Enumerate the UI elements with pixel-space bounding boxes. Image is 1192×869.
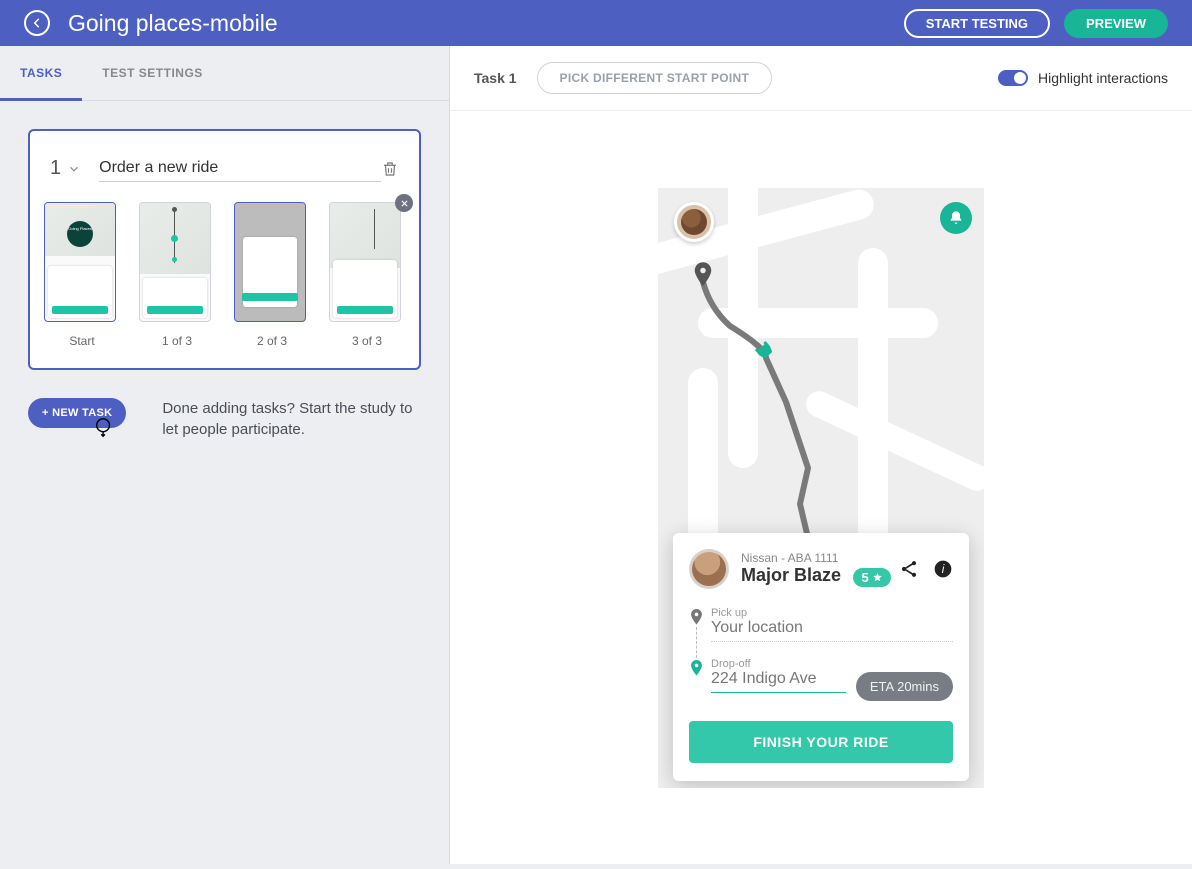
highlight-toggle[interactable] xyxy=(998,70,1028,86)
pin-icon xyxy=(689,609,704,627)
task-card[interactable]: 1 Going Places Start xyxy=(28,129,421,370)
task-number: 1 xyxy=(50,157,61,180)
driver-avatar xyxy=(689,549,729,589)
preview-button[interactable]: PREVIEW xyxy=(1064,9,1168,38)
pick-start-point-button[interactable]: PICK DIFFERENT START POINT xyxy=(537,62,773,94)
thumb-caption-2: 2 of 3 xyxy=(234,334,310,348)
help-text: Done adding tasks? Start the study to le… xyxy=(162,398,421,440)
share-icon[interactable] xyxy=(899,559,919,579)
close-icon xyxy=(400,199,409,208)
back-button[interactable] xyxy=(24,10,50,36)
thumb-2[interactable] xyxy=(234,202,306,322)
sidebar: TASKS TEST SETTINGS 1 Going Places xyxy=(0,46,450,864)
driver-name: Major Blaze xyxy=(741,565,841,585)
notification-button[interactable] xyxy=(940,202,972,234)
chevron-down-icon[interactable] xyxy=(67,162,81,176)
trash-icon[interactable] xyxy=(381,160,399,178)
start-testing-button[interactable]: START TESTING xyxy=(904,9,1050,38)
thumb-start[interactable]: Going Places xyxy=(44,202,116,322)
bell-icon xyxy=(948,210,964,226)
info-icon[interactable]: i xyxy=(933,559,953,579)
preview-task-label: Task 1 xyxy=(474,70,517,86)
thumb-1[interactable] xyxy=(139,202,211,322)
pin-destination-icon xyxy=(689,660,704,678)
preview-panel: Task 1 PICK DIFFERENT START POINT Highli… xyxy=(450,46,1192,864)
thumb-caption-1: 1 of 3 xyxy=(139,334,215,348)
thumb-caption-start: Start xyxy=(44,334,120,348)
svg-text:i: i xyxy=(942,563,945,576)
pickup-label: Pick up xyxy=(711,607,953,619)
user-avatar-pin[interactable] xyxy=(674,202,714,242)
page-title: Going places-mobile xyxy=(68,10,904,37)
ride-sheet: Nissan - ABA 1111 Major Blaze 5 xyxy=(673,533,969,781)
device-preview: Nissan - ABA 1111 Major Blaze 5 xyxy=(658,188,984,788)
task-title-input[interactable] xyxy=(99,155,381,182)
finish-ride-button[interactable]: FINISH YOUR RIDE xyxy=(689,721,953,763)
origin-pin-icon xyxy=(692,262,714,295)
cursor-icon xyxy=(93,417,115,444)
dropoff-label: Drop-off xyxy=(711,658,846,670)
car-icon xyxy=(752,338,776,367)
thumb-remove-button[interactable] xyxy=(395,194,413,212)
rating-badge: 5 xyxy=(853,568,890,587)
tab-test-settings[interactable]: TEST SETTINGS xyxy=(82,46,223,100)
eta-badge: ETA 20mins xyxy=(856,672,953,701)
thumb-caption-3: 3 of 3 xyxy=(329,334,405,348)
highlight-toggle-label: Highlight interactions xyxy=(1038,70,1168,86)
sidebar-tabs: TASKS TEST SETTINGS xyxy=(0,46,449,101)
arrow-left-icon xyxy=(30,16,44,30)
star-icon xyxy=(872,572,883,583)
app-header: Going places-mobile START TESTING PREVIE… xyxy=(0,0,1192,46)
pickup-value[interactable]: Your location xyxy=(711,619,953,642)
thumb-3[interactable] xyxy=(329,202,401,322)
car-model: Nissan - ABA 1111 xyxy=(741,551,899,565)
tab-tasks[interactable]: TASKS xyxy=(0,46,82,100)
dropoff-value[interactable]: 224 Indigo Ave xyxy=(711,670,846,693)
